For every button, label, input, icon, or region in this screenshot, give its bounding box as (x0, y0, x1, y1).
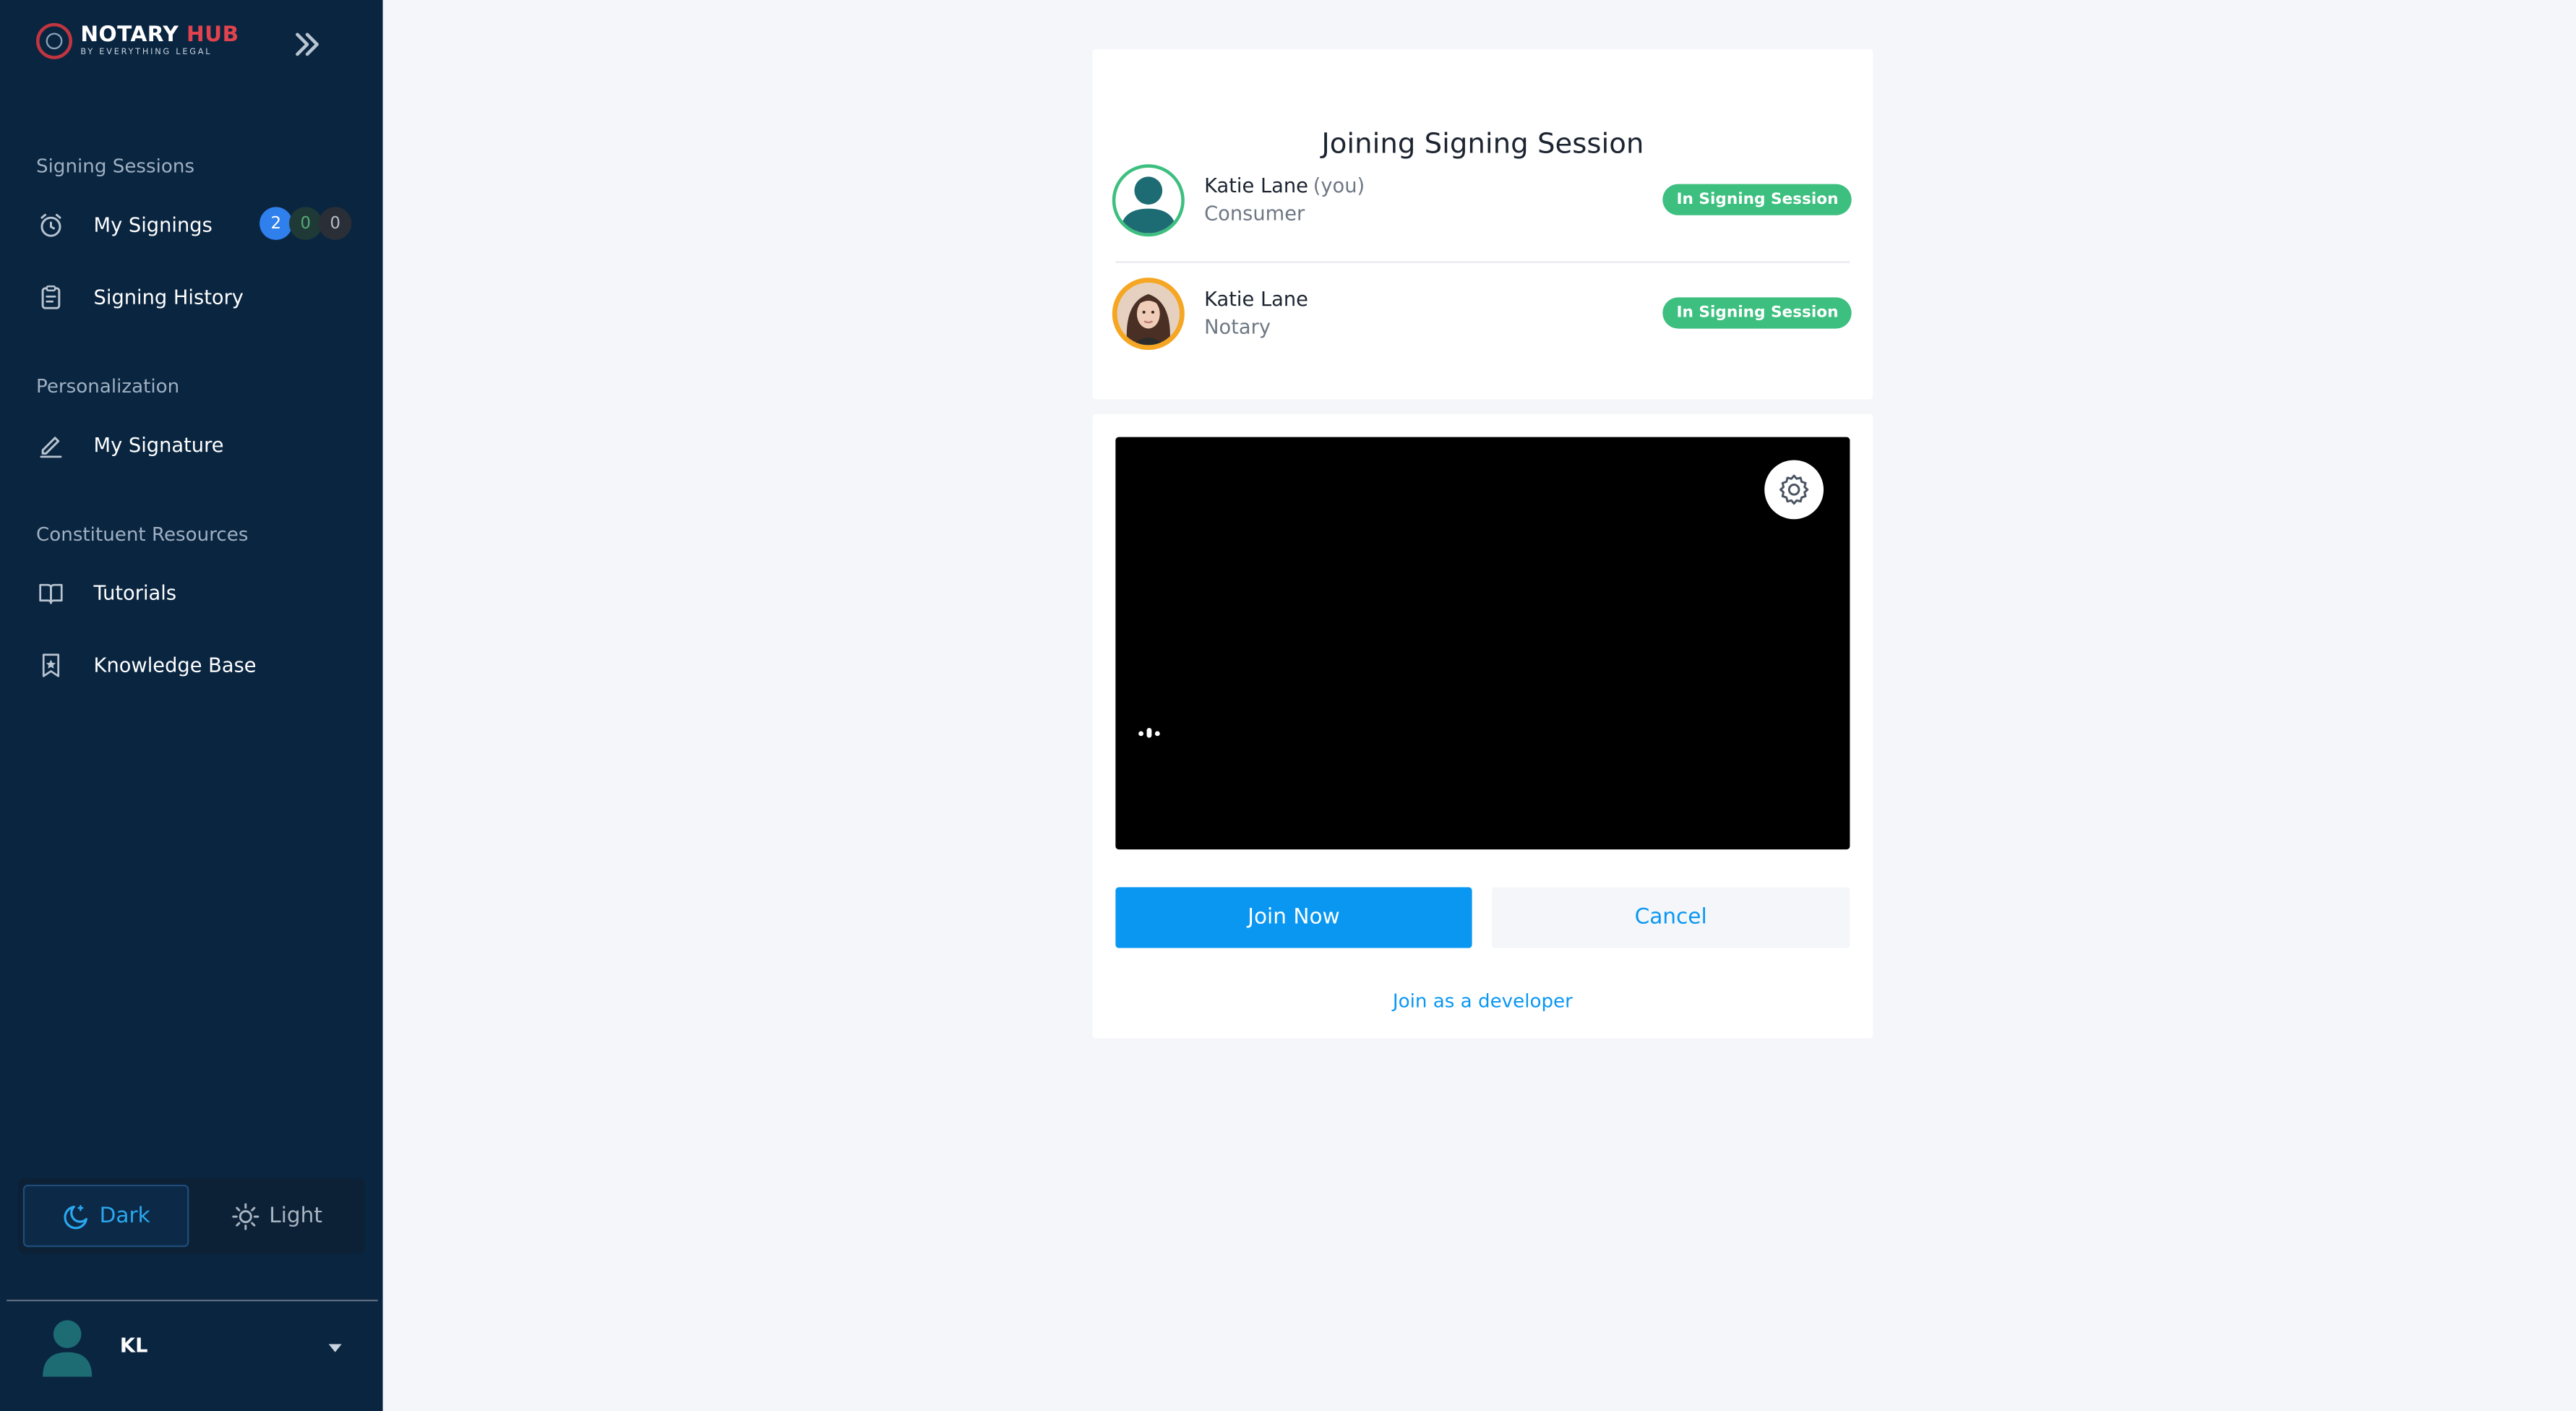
logo-seal-icon (36, 22, 73, 59)
participant-role: Notary (1204, 315, 1271, 339)
status-badge: In Signing Session (1663, 297, 1852, 329)
participant-divider (1115, 261, 1850, 263)
cancel-button[interactable]: Cancel (1491, 887, 1850, 948)
section-title-signing-sessions: Signing Sessions (36, 154, 195, 178)
join-now-button[interactable]: Join Now (1115, 887, 1472, 948)
audio-level-indicator (1138, 727, 1163, 738)
clipboard-icon (36, 283, 66, 312)
brand-logo[interactable]: NOTARY HUB BY EVERYTHING LEGAL (36, 22, 239, 59)
user-avatar-icon (43, 1320, 93, 1377)
theme-toggle: Dark Light (18, 1178, 365, 1254)
participant-row-consumer: Katie Lane (you) Consumer In Signing Sess… (1112, 164, 1852, 243)
sidebar-item-knowledge-base[interactable]: Knowledge Base (36, 648, 359, 684)
status-badge: In Signing Session (1663, 184, 1852, 215)
participant-name: Katie Lane (1204, 173, 1308, 197)
sidebar-item-label: My Signings (93, 213, 212, 237)
participant-name: Katie Lane (1204, 287, 1308, 311)
join-card: Join Now Cancel Join as a developer (1092, 413, 1873, 1039)
book-icon (36, 578, 66, 608)
section-title-personalization: Personalization (36, 374, 180, 398)
sidebar-item-label: My Signature (93, 434, 224, 457)
sidebar-item-signing-history[interactable]: Signing History (36, 279, 359, 315)
gear-icon (1779, 474, 1809, 505)
page-title: Joining Signing Session (1321, 128, 1644, 161)
brand-name: NOTARY (80, 22, 179, 48)
sidebar-item-label: Knowledge Base (93, 653, 257, 677)
participant-you-suffix: (you) (1313, 173, 1365, 197)
sidebar-item-tutorials[interactable]: Tutorials (36, 575, 359, 612)
count-badge-completed: 0 (289, 207, 322, 240)
sidebar-item-label: Signing History (93, 286, 244, 309)
default-avatar-icon (1120, 176, 1177, 233)
notary-portrait-image (1117, 282, 1180, 346)
count-badge-active: 2 (259, 207, 293, 240)
notary-photo (1112, 278, 1185, 351)
count-badge-other: 0 (318, 207, 352, 240)
expand-sidebar-button[interactable] (289, 26, 325, 62)
user-initials: KL (119, 1334, 148, 1358)
signing-counts: 2 0 0 (259, 207, 352, 240)
brand-name-accent: HUB (186, 22, 239, 48)
join-as-developer-link[interactable]: Join as a developer (1093, 989, 1873, 1012)
video-settings-button[interactable] (1764, 460, 1824, 520)
sidebar: NOTARY HUB BY EVERYTHING LEGAL Signing S… (0, 0, 383, 1411)
app-root: NOTARY HUB BY EVERYTHING LEGAL Signing S… (0, 0, 2576, 1411)
sun-icon (231, 1202, 259, 1230)
sidebar-item-my-signings[interactable]: My Signings 2 0 0 (36, 207, 359, 243)
theme-dark-label: Dark (99, 1203, 150, 1229)
double-chevron-right-icon (296, 33, 319, 56)
pen-icon (36, 431, 66, 460)
participant-role: Consumer (1204, 202, 1305, 226)
participants-card: Joining Signing Session Katie Lane (you) … (1092, 49, 1873, 400)
theme-light-label: Light (269, 1203, 323, 1229)
consumer-avatar (1112, 164, 1185, 237)
bookmark-star-icon (36, 651, 66, 680)
participant-row-notary: Katie Lane Notary In Signing Session (1112, 278, 1852, 356)
alarm-clock-icon (36, 210, 66, 240)
brand-tagline: BY EVERYTHING LEGAL (80, 47, 212, 58)
sidebar-item-my-signature[interactable]: My Signature (36, 427, 359, 463)
theme-light-button[interactable]: Light (194, 1185, 360, 1247)
sidebar-item-label: Tutorials (93, 581, 177, 605)
theme-dark-button[interactable]: Dark (22, 1184, 189, 1248)
user-menu[interactable]: KL (36, 1314, 359, 1380)
moon-icon (63, 1204, 87, 1229)
caret-down-icon (328, 1344, 342, 1352)
video-preview (1115, 437, 1850, 850)
section-title-constituent-resources: Constituent Resources (36, 522, 249, 546)
sidebar-divider (7, 1299, 378, 1302)
